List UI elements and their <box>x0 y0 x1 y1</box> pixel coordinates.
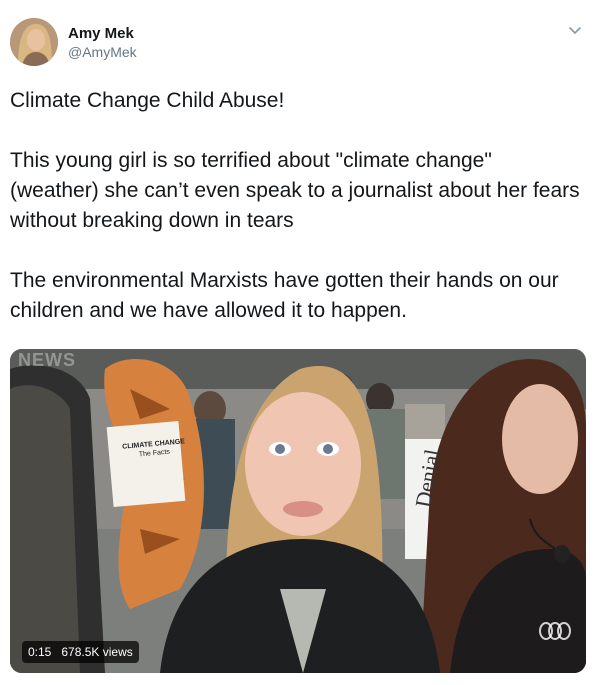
tweet-paragraph: The environmental Marxists have gotten t… <box>10 269 559 322</box>
tweet-header: Amy Mek @AmyMek <box>10 18 587 68</box>
tweet-paragraph: Climate Change Child Abuse! <box>10 89 285 112</box>
news-watermark: NEWS <box>18 350 76 370</box>
tweet-text: Climate Change Child Abuse! This young g… <box>10 86 585 326</box>
user-names: Amy Mek @AmyMek <box>68 24 137 61</box>
video-frame <box>10 349 586 673</box>
chevron-down-icon[interactable] <box>567 22 583 38</box>
abc-logo-icon <box>538 620 572 642</box>
user-handle[interactable]: @AmyMek <box>68 43 137 61</box>
tweet-paragraph: This young girl is so terrified about "c… <box>10 149 580 232</box>
display-name[interactable]: Amy Mek <box>68 24 137 43</box>
video-views: 678.5K views <box>61 645 133 659</box>
avatar[interactable] <box>10 18 58 66</box>
video-stats: 0:15 678.5K views <box>22 641 139 663</box>
video-player[interactable]: 0:15 678.5K views <box>10 349 586 673</box>
video-time: 0:15 <box>28 645 52 659</box>
